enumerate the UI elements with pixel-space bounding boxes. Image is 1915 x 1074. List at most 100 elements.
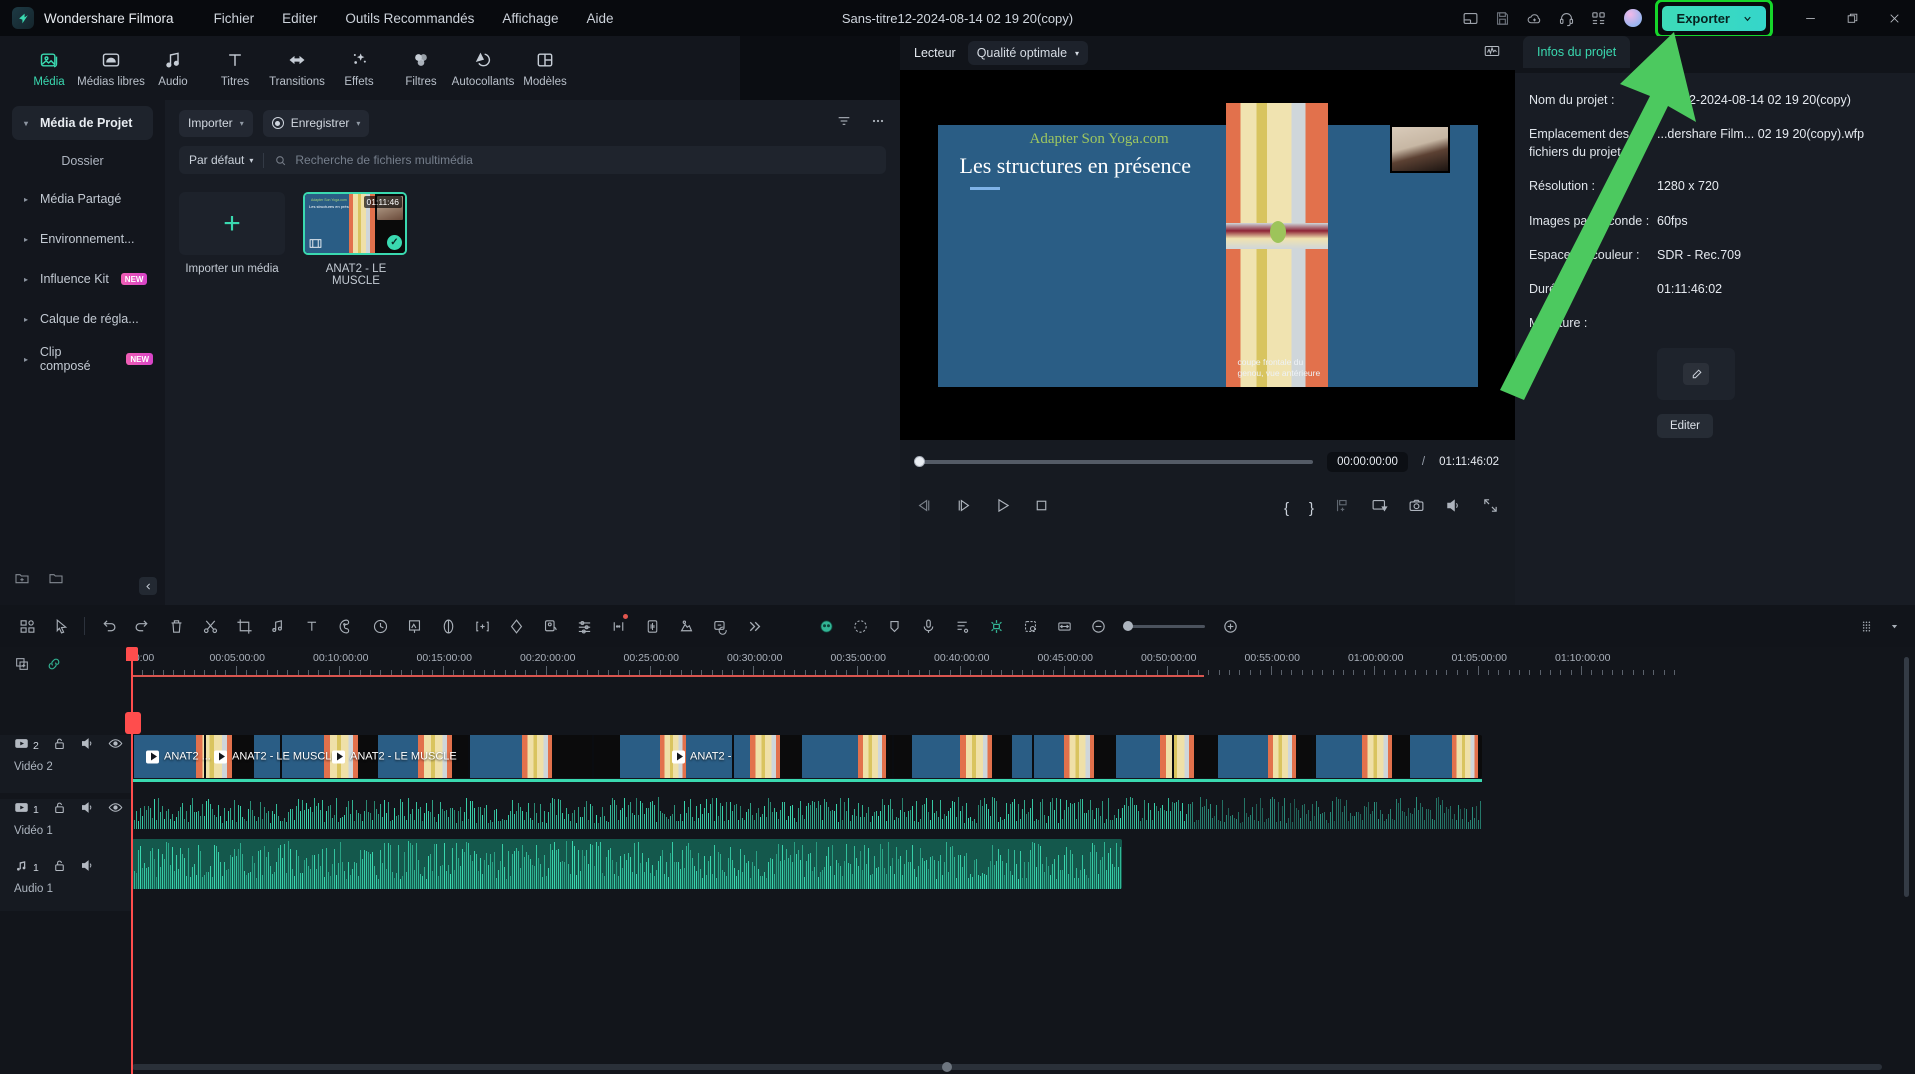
clip-boundary[interactable] xyxy=(1032,735,1034,778)
tab-titres[interactable]: Titres xyxy=(204,49,266,88)
clip-boundary[interactable] xyxy=(732,735,734,778)
crop-icon[interactable] xyxy=(227,605,261,647)
silence-detect-icon[interactable] xyxy=(601,605,635,647)
folder-icon[interactable] xyxy=(48,570,64,591)
tab-media[interactable]: Média xyxy=(18,49,80,88)
export-button[interactable]: Exporter xyxy=(1661,5,1766,31)
pointer-select-icon[interactable] xyxy=(44,605,78,647)
redo-icon[interactable] xyxy=(125,605,159,647)
playhead-handle[interactable] xyxy=(126,647,138,661)
chevron-down-icon[interactable] xyxy=(1883,605,1905,647)
subtitle-list-icon[interactable] xyxy=(945,605,979,647)
tab-filtres[interactable]: Filtres xyxy=(390,49,452,88)
marker-shield-icon[interactable] xyxy=(877,605,911,647)
menu-item-aide[interactable]: Aide xyxy=(586,11,613,26)
tab-transitions[interactable]: Transitions xyxy=(266,49,328,88)
stop-button[interactable] xyxy=(1033,497,1050,519)
scrollbar-handle[interactable] xyxy=(942,1062,952,1072)
sidebar-item-dossier[interactable]: Dossier xyxy=(12,146,153,176)
volume-button[interactable] xyxy=(1445,497,1462,519)
color-mask-icon[interactable] xyxy=(329,605,363,647)
timeline-vertical-scrollbar[interactable] xyxy=(1904,657,1909,897)
track-video-2[interactable]: ANAT2 ... ANAT2 - LE MUSCLE ANAT2 - LE MUS… xyxy=(132,735,1482,782)
sidebar-item-media-de-projet[interactable]: ▾ Média de Projet xyxy=(12,106,153,140)
current-timecode[interactable]: 00:00:00:00 xyxy=(1327,452,1408,472)
screen-mode-button[interactable] xyxy=(1371,497,1388,519)
sidebar-item-clip-compose[interactable]: ▸ Clip composé NEW xyxy=(12,342,153,376)
timeline-zoom-slider[interactable] xyxy=(1123,621,1205,631)
auto-caption-icon[interactable] xyxy=(703,605,737,647)
new-folder-icon[interactable] xyxy=(14,570,30,591)
save-icon[interactable] xyxy=(1487,0,1519,36)
split-scissors-icon[interactable] xyxy=(193,605,227,647)
next-frame-button[interactable] xyxy=(955,497,972,519)
restore-button[interactable] xyxy=(1831,0,1873,36)
ai-portrait-icon[interactable] xyxy=(809,605,843,647)
speed-icon[interactable] xyxy=(363,605,397,647)
sidebar-item-calque-de-reglage[interactable]: ▸ Calque de régla... xyxy=(12,302,153,336)
stabilization-icon[interactable] xyxy=(431,605,465,647)
add-track-icon[interactable] xyxy=(14,656,30,677)
player-tab-label[interactable]: Lecteur xyxy=(914,46,956,60)
mark-out-button[interactable]: } xyxy=(1309,500,1314,517)
delete-icon[interactable] xyxy=(159,605,193,647)
eye-visible-icon[interactable] xyxy=(108,736,123,756)
more-chevrons-icon[interactable] xyxy=(737,605,771,647)
quality-dropdown[interactable]: Qualité optimale ▾ xyxy=(967,41,1089,65)
menu-item-affichage[interactable]: Affichage xyxy=(502,11,558,26)
cloud-upload-icon[interactable] xyxy=(1519,0,1551,36)
motion-tracking-icon[interactable] xyxy=(669,605,703,647)
clip-boundary[interactable] xyxy=(1172,735,1174,778)
clip-boundary[interactable] xyxy=(468,735,470,778)
zoom-in-icon[interactable] xyxy=(1213,605,1247,647)
auto-reframe-icon[interactable] xyxy=(533,605,567,647)
voiceover-mic-icon[interactable] xyxy=(911,605,945,647)
seek-handle[interactable] xyxy=(914,456,925,467)
edit-thumbnail-button[interactable]: Editer xyxy=(1657,414,1713,438)
apps-grid-icon[interactable] xyxy=(1583,0,1615,36)
thumbnail-preview-box[interactable] xyxy=(1657,348,1735,400)
zoom-out-icon[interactable] xyxy=(1081,605,1115,647)
minimize-button[interactable] xyxy=(1789,0,1831,36)
link-clips-icon[interactable] xyxy=(46,656,62,677)
sidebar-collapse-button[interactable] xyxy=(139,577,157,595)
import-media-tile[interactable]: + xyxy=(179,192,285,255)
grid-view-icon[interactable] xyxy=(10,605,44,647)
tab-autocollants[interactable]: Autocollants xyxy=(452,49,514,88)
menu-item-outils-recommandes[interactable]: Outils Recommandés xyxy=(345,11,474,26)
audio-clip[interactable] xyxy=(132,839,1122,889)
undo-icon[interactable] xyxy=(91,605,125,647)
mark-in-button[interactable]: { xyxy=(1284,500,1289,517)
seek-bar[interactable] xyxy=(914,456,1314,467)
menu-item-fichier[interactable]: Fichier xyxy=(214,11,255,26)
tab-modeles[interactable]: Modèles xyxy=(514,49,576,88)
add-marker-button[interactable] xyxy=(1334,497,1351,519)
menu-item-editer[interactable]: Editer xyxy=(282,11,317,26)
playhead[interactable] xyxy=(126,647,138,1074)
tab-medias-libres[interactable]: Médias libres xyxy=(77,49,145,88)
track-manager-icon[interactable] xyxy=(1849,605,1883,647)
mute-icon[interactable] xyxy=(80,858,95,878)
lock-icon[interactable] xyxy=(52,736,67,756)
sidebar-item-environnement[interactable]: ▸ Environnement... xyxy=(12,222,153,256)
timeline-ruler[interactable]: 00:00 00:05:00:00 00:10:00:00 00:15:00:00 00… xyxy=(128,647,1915,685)
close-button[interactable] xyxy=(1873,0,1915,36)
audio-mixer-icon[interactable] xyxy=(567,605,601,647)
snapshot-button[interactable] xyxy=(1408,497,1425,519)
lock-icon[interactable] xyxy=(52,800,67,820)
sort-dropdown[interactable]: Par défaut ▾ xyxy=(189,153,253,167)
fullscreen-button[interactable] xyxy=(1482,497,1499,519)
track-audio-1[interactable] xyxy=(132,839,1482,889)
tab-effets[interactable]: Effets xyxy=(328,49,390,88)
scene-detect-icon[interactable] xyxy=(1013,605,1047,647)
tab-infos-du-projet[interactable]: Infos du projet xyxy=(1523,36,1631,68)
zoom-slider-handle[interactable] xyxy=(1123,621,1133,631)
timeline-horizontal-scrollbar[interactable] xyxy=(132,1062,1882,1072)
filter-icon[interactable] xyxy=(836,113,852,134)
mute-icon[interactable] xyxy=(80,800,95,820)
record-button[interactable]: Enregistrer ▾ xyxy=(262,109,370,137)
import-button[interactable]: Importer ▾ xyxy=(179,109,253,137)
headset-support-icon[interactable] xyxy=(1551,0,1583,36)
mask-icon[interactable] xyxy=(499,605,533,647)
auto-highlight-icon[interactable] xyxy=(843,605,877,647)
